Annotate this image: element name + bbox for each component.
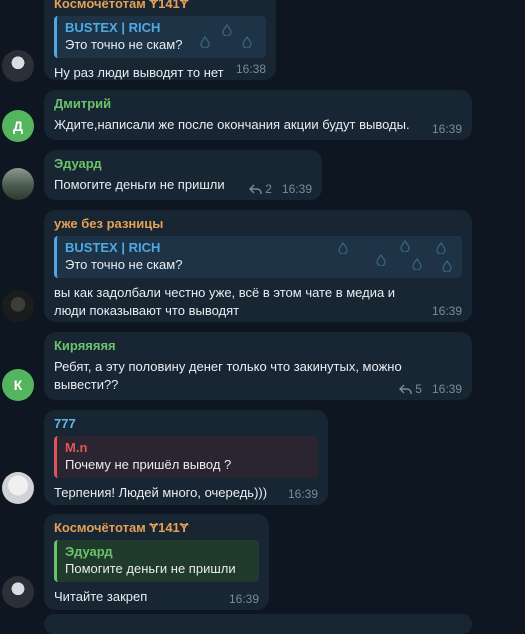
message-time: 16:39 [281,182,312,196]
message-bubble[interactable]: уже без разницы BUSTEX | RICH Это точно … [44,210,472,322]
message-bubble[interactable]: Эдуард Помогите деньги не пришли 2 16:39 [44,150,322,200]
replies-count[interactable]: 2 [249,182,272,196]
sender-name[interactable]: уже без разницы [54,216,462,232]
reply-quote[interactable]: BUSTEX | RICH Это точно не скам? [54,236,462,278]
message-meta: 16:39 [432,304,462,318]
avatar[interactable] [2,50,34,82]
replies-count[interactable]: 5 [399,382,422,396]
message-bubble[interactable]: Дмитрий Ждите,написали же после окончани… [44,90,472,140]
sender-name[interactable]: Киряяяяя [54,338,462,354]
message-bubble[interactable]: Космочётотам Ɏ141Ɏ Эдуард Помогите деньг… [44,514,269,610]
message-text: Ждите,написали же после окончания акции … [54,117,410,132]
avatar-letter: К [13,377,23,393]
sender-name[interactable]: Космочётотам Ɏ141Ɏ [54,520,259,536]
chat-history: Космочётотам Ɏ141Ɏ BUSTEX | RICH Это точ… [0,0,525,634]
sender-name[interactable]: Дмитрий [54,96,462,112]
sender-badge: Ɏ141Ɏ [149,520,189,535]
replies-number: 5 [415,382,422,396]
avatar[interactable]: К [2,369,34,401]
sender-name[interactable]: 777 [54,416,318,432]
message-text: Терпения! Людей много, очередь))) [54,485,268,500]
replies-number: 2 [265,182,272,196]
message-meta: 16:39 [288,487,318,501]
reply-author: M.n [65,440,88,455]
message-bubble[interactable] [44,614,472,634]
reply-arrow-icon [249,184,262,194]
sender-badge: Ɏ141Ɏ [149,0,189,11]
message-bubble[interactable]: Киряяяяя Ребят, а эту половину денег тол… [44,332,472,400]
reply-quote[interactable]: M.n Почему не пришёл вывод ? [54,436,318,478]
reply-arrow-icon [399,384,412,394]
message-meta: 16:39 [229,592,259,606]
message-time: 16:38 [235,62,266,76]
message-meta: 16:38 [236,62,266,76]
message-time: 16:39 [431,382,462,396]
message-time: 16:39 [287,487,318,501]
message-time: 16:39 [431,122,462,136]
reply-text: Почему не пришёл вывод ? [65,457,232,472]
sender-name[interactable]: Эдуард [54,156,312,172]
avatar[interactable] [2,472,34,504]
avatar[interactable] [2,576,34,608]
pattern-drops [192,16,262,58]
message-bubble[interactable]: 777 M.n Почему не пришёл вывод ? Терпени… [44,410,328,505]
message-text: Ну раз люди выводят то нет [54,65,224,80]
reply-quote[interactable]: Эдуард Помогите деньги не пришли [54,540,259,582]
avatar[interactable]: Д [2,110,34,142]
reply-author: Эдуард [65,544,113,559]
message-text: вы как задолбали честно уже, всё в этом … [54,285,396,318]
reply-quote[interactable]: BUSTEX | RICH Это точно не скам? [54,16,266,58]
message-meta: 16:39 [432,122,462,136]
message-time: 16:39 [228,592,259,606]
sender-name[interactable]: Космочётотам Ɏ141Ɏ [54,0,266,12]
message-meta: 5 16:39 [399,382,462,396]
avatar[interactable] [2,168,34,200]
avatar[interactable] [2,290,34,322]
message-meta: 2 16:39 [249,182,312,196]
avatar-letter: Д [13,118,23,134]
reply-text: Помогите деньги не пришли [65,561,236,576]
message-time: 16:39 [431,304,462,318]
pattern-drops [328,236,458,278]
message-bubble[interactable]: Космочётотам Ɏ141Ɏ BUSTEX | RICH Это точ… [44,0,276,80]
